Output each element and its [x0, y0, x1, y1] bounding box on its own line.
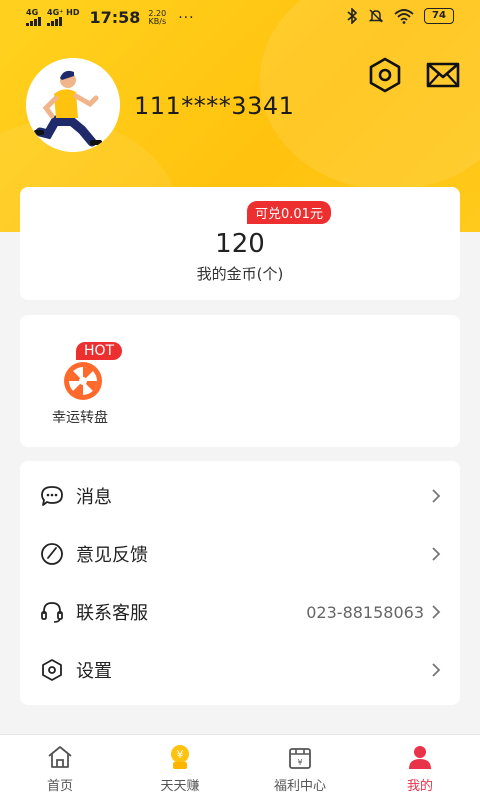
menu-card: 消息 意见反馈 联系客服 023-88158063 设置: [20, 461, 460, 705]
tab-daily-earn[interactable]: ¥ 天天赚: [120, 735, 240, 801]
network-speed: 2.20 KB/s: [148, 8, 167, 26]
lucky-wheel-label: 幸运转盘: [52, 410, 108, 426]
tab-label: 天天赚: [160, 779, 200, 794]
menu-item-settings[interactable]: 设置: [20, 641, 460, 699]
svg-text:¥: ¥: [297, 758, 302, 767]
features-card: HOT 幸运转盘: [20, 315, 460, 447]
mute-bell-icon: [368, 9, 384, 23]
signal-2: 4G⁺ HD: [47, 9, 79, 26]
avatar[interactable]: [26, 58, 120, 152]
menu-label: 消息: [76, 487, 112, 508]
coin-balance: 120: [215, 229, 265, 259]
chat-icon: [41, 486, 63, 506]
lucky-wheel-icon: [64, 362, 102, 400]
menu-label: 设置: [76, 661, 112, 682]
runner-illustration: [26, 58, 120, 152]
hot-badge: HOT: [76, 342, 123, 360]
exchange-badge: 可兑0.01元: [247, 201, 331, 224]
chevron-right-icon: [432, 547, 441, 561]
more-notifications: ···: [178, 9, 195, 26]
menu-label: 联系客服: [76, 603, 148, 624]
svg-text:¥: ¥: [177, 748, 184, 761]
tab-welfare-center[interactable]: ¥ 福利中心: [240, 735, 360, 801]
headset-icon: [41, 602, 63, 623]
coins-card[interactable]: 可兑0.01元 120 我的金币(个): [20, 187, 460, 300]
coin-balance-label: 我的金币(个): [196, 265, 284, 283]
profile-icon: [409, 746, 431, 769]
service-phone: 023-88158063: [306, 602, 424, 622]
menu-item-feedback[interactable]: 意见反馈: [20, 525, 460, 583]
clock: 17:58: [89, 8, 141, 27]
coin-sign-icon: ¥: [171, 745, 189, 769]
settings-icon: [42, 659, 62, 681]
user-phone: 111****3341: [134, 92, 295, 120]
tab-label: 首页: [46, 779, 73, 794]
feedback-icon: [41, 543, 63, 565]
tab-home[interactable]: 首页: [0, 735, 120, 801]
tab-label: 我的: [406, 779, 433, 794]
tab-mine[interactable]: 我的: [360, 735, 480, 801]
signal-1: 4G: [26, 9, 41, 26]
chevron-right-icon: [432, 663, 441, 677]
status-bar: 4G 4G⁺ HD 17:58 2.20 KB/s ··· 74: [0, 0, 480, 36]
battery-indicator: 74: [424, 8, 454, 24]
home-icon: [48, 746, 72, 768]
bottom-tab-bar: 首页 ¥ 天天赚 ¥ 福利中心 我的: [0, 734, 480, 801]
mail-icon[interactable]: [424, 56, 462, 94]
menu-item-contact-service[interactable]: 联系客服 023-88158063: [20, 583, 460, 641]
menu-label: 意见反馈: [76, 545, 148, 566]
chevron-right-icon: [432, 605, 441, 619]
wifi-icon: [394, 9, 414, 24]
chevron-right-icon: [432, 489, 441, 503]
bluetooth-icon: [347, 8, 358, 24]
menu-item-messages[interactable]: 消息: [20, 467, 460, 525]
tab-label: 福利中心: [273, 779, 326, 794]
settings-icon[interactable]: [366, 56, 404, 94]
gift-icon: ¥: [289, 748, 311, 769]
